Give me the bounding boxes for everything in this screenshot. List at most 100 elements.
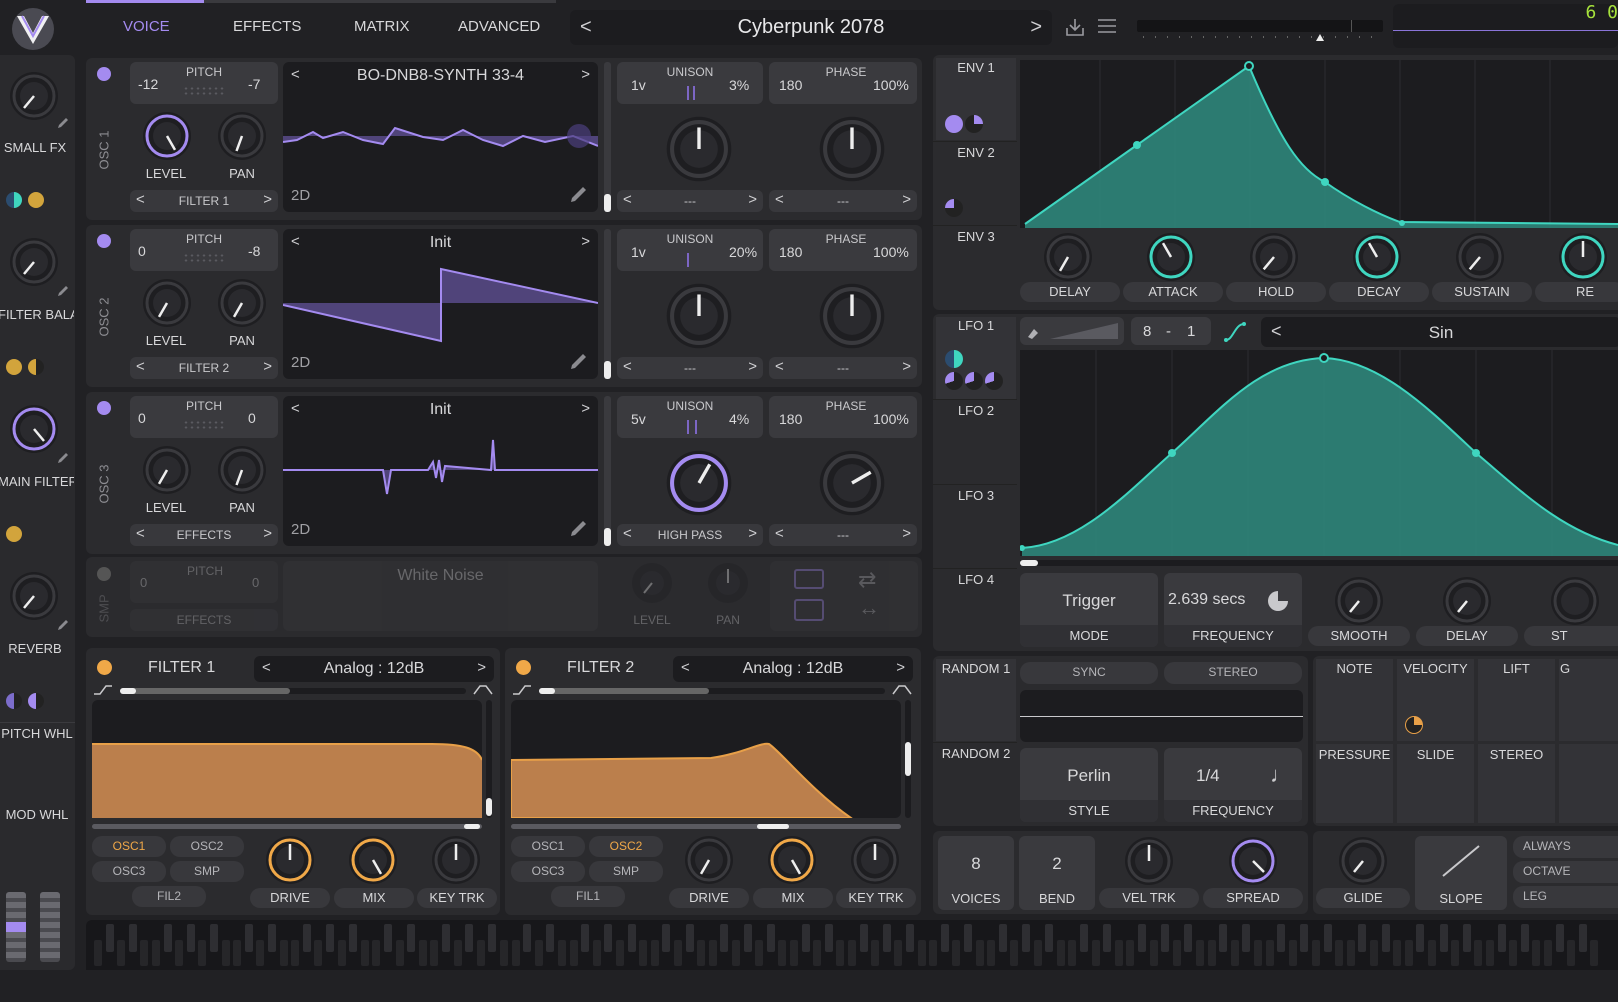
filter-mix-knob[interactable]: [347, 834, 399, 886]
piano-key[interactable]: [198, 940, 207, 966]
random-sync-toggle[interactable]: SYNC: [1020, 662, 1158, 684]
lfo-tempo[interactable]: 8 - 1: [1131, 317, 1211, 345]
piano-key[interactable]: [755, 940, 764, 966]
filter-mix-knob[interactable]: [766, 834, 818, 886]
piano-key[interactable]: [349, 924, 358, 952]
pitch-tune[interactable]: -7: [248, 76, 260, 92]
piano-key[interactable]: [1404, 940, 1413, 966]
piano-key[interactable]: [360, 940, 369, 966]
filter-source-osc3[interactable]: OSC3: [511, 861, 585, 882]
menu-icon[interactable]: [1097, 17, 1117, 35]
osc-level-knob[interactable]: [141, 277, 193, 329]
note-icon[interactable]: ♩: [1270, 762, 1292, 788]
piano-key[interactable]: [256, 940, 265, 966]
piano-key[interactable]: [511, 940, 520, 966]
filter-type-selector[interactable]: < Analog : 12dB >: [254, 656, 494, 682]
unison-mode-selector[interactable]: < HIGH PASS >: [617, 524, 763, 546]
piano-key[interactable]: [824, 924, 833, 952]
mpe-note[interactable]: NOTE: [1316, 661, 1393, 676]
piano-key[interactable]: [268, 924, 276, 952]
filter-resonance-slider[interactable]: [905, 700, 911, 818]
mpe-extra[interactable]: G: [1559, 661, 1571, 676]
preset-selector[interactable]: < Cyberpunk 2078 >: [570, 10, 1052, 45]
piano-key[interactable]: [546, 924, 555, 952]
piano-key[interactable]: [1439, 924, 1448, 952]
piano-key[interactable]: [1451, 940, 1460, 966]
piano-key[interactable]: [1567, 940, 1576, 966]
piano-key[interactable]: [1022, 924, 1030, 952]
piano-key[interactable]: [1219, 924, 1228, 952]
piano-key[interactable]: [859, 924, 868, 952]
piano-key[interactable]: [998, 924, 1007, 952]
master-volume-meter[interactable]: [1137, 16, 1383, 42]
wavetable-dimension[interactable]: 2D: [291, 354, 310, 371]
osc-power-toggle[interactable]: [97, 67, 111, 81]
piano-key[interactable]: [1335, 940, 1344, 966]
pitch-transpose[interactable]: 0: [138, 243, 146, 259]
piano-key[interactable]: [1265, 940, 1274, 966]
phase-box[interactable]: 180 PHASE 100%: [769, 396, 917, 438]
unison-mode-selector[interactable]: < --- >: [617, 357, 763, 379]
piano-key[interactable]: [523, 924, 532, 952]
osc-pitch-box[interactable]: 0 PITCH -8: [130, 229, 278, 271]
mpe-velocity[interactable]: VELOCITY: [1397, 661, 1474, 676]
piano-key[interactable]: [1184, 924, 1193, 952]
filter-response-graph[interactable]: [92, 700, 482, 818]
phase-knob[interactable]: [817, 448, 887, 518]
piano-key[interactable]: [221, 940, 230, 966]
lfo-graph[interactable]: [1020, 350, 1618, 556]
glide-legato[interactable]: LEG: [1513, 886, 1618, 908]
piano-key[interactable]: [964, 924, 972, 952]
phase-box[interactable]: 180 PHASE 100%: [769, 62, 917, 104]
tab-lfo-3[interactable]: LFO 3: [933, 488, 1019, 503]
piano-key[interactable]: [1068, 940, 1077, 966]
volume-marker-icon[interactable]: [1316, 34, 1324, 41]
piano-key[interactable]: [569, 940, 578, 966]
mpe-pressure[interactable]: PRESSURE: [1316, 747, 1393, 762]
unison-box[interactable]: 1v UNISON 3%: [617, 62, 763, 104]
piano-key[interactable]: [1346, 940, 1355, 966]
piano-key[interactable]: [697, 940, 706, 966]
tab-random-1[interactable]: RANDOM 1: [933, 661, 1019, 676]
wave-frame-slider[interactable]: [604, 229, 611, 379]
unison-detune-knob[interactable]: [664, 114, 734, 184]
piano-key[interactable]: [1033, 940, 1042, 966]
filter-resonance-slider[interactable]: [486, 700, 492, 818]
piano-key[interactable]: [766, 924, 775, 952]
piano-key[interactable]: [1045, 924, 1054, 952]
piano-key[interactable]: [163, 924, 172, 952]
slope-control[interactable]: SLOPE: [1415, 836, 1507, 910]
piano-key[interactable]: [407, 924, 416, 952]
sample-power-toggle[interactable]: [97, 567, 111, 581]
tab-env-2[interactable]: ENV 2: [933, 145, 1019, 160]
glide-octave[interactable]: OCTAVE: [1513, 861, 1618, 883]
piano-key[interactable]: [708, 940, 717, 966]
piano-key[interactable]: [117, 940, 126, 966]
piano-key[interactable]: [1010, 940, 1019, 966]
piano-key[interactable]: [500, 940, 508, 966]
piano-key[interactable]: [488, 924, 497, 952]
env-attack-knob[interactable]: [1145, 231, 1197, 283]
phase-mode-selector[interactable]: < --- >: [769, 524, 917, 546]
piano-key[interactable]: [940, 924, 949, 952]
phase-mode-selector[interactable]: < --- >: [769, 357, 917, 379]
piano-key[interactable]: [1103, 924, 1112, 952]
filter-power-toggle[interactable]: [516, 660, 531, 675]
macro-knob-main-filter[interactable]: [8, 403, 60, 455]
unison-detune-knob[interactable]: [664, 281, 734, 351]
piano-key[interactable]: [1555, 924, 1564, 952]
piano-key[interactable]: [952, 940, 961, 966]
pitch-transpose[interactable]: 0: [138, 410, 146, 426]
piano-key[interactable]: [790, 940, 798, 966]
random-stereo-toggle[interactable]: STEREO: [1164, 662, 1302, 684]
piano-key[interactable]: [1358, 924, 1367, 952]
piano-key[interactable]: [1056, 940, 1065, 966]
piano-key[interactable]: [1300, 924, 1309, 952]
piano-key[interactable]: [430, 940, 439, 966]
osc-pitch-box[interactable]: 0 PITCH 0: [130, 396, 278, 438]
piano-key[interactable]: [592, 940, 601, 966]
macro-knob-filter-balance[interactable]: [8, 236, 60, 288]
osc-power-toggle[interactable]: [97, 234, 111, 248]
piano-key[interactable]: [1520, 924, 1529, 952]
piano-key[interactable]: [372, 940, 381, 966]
